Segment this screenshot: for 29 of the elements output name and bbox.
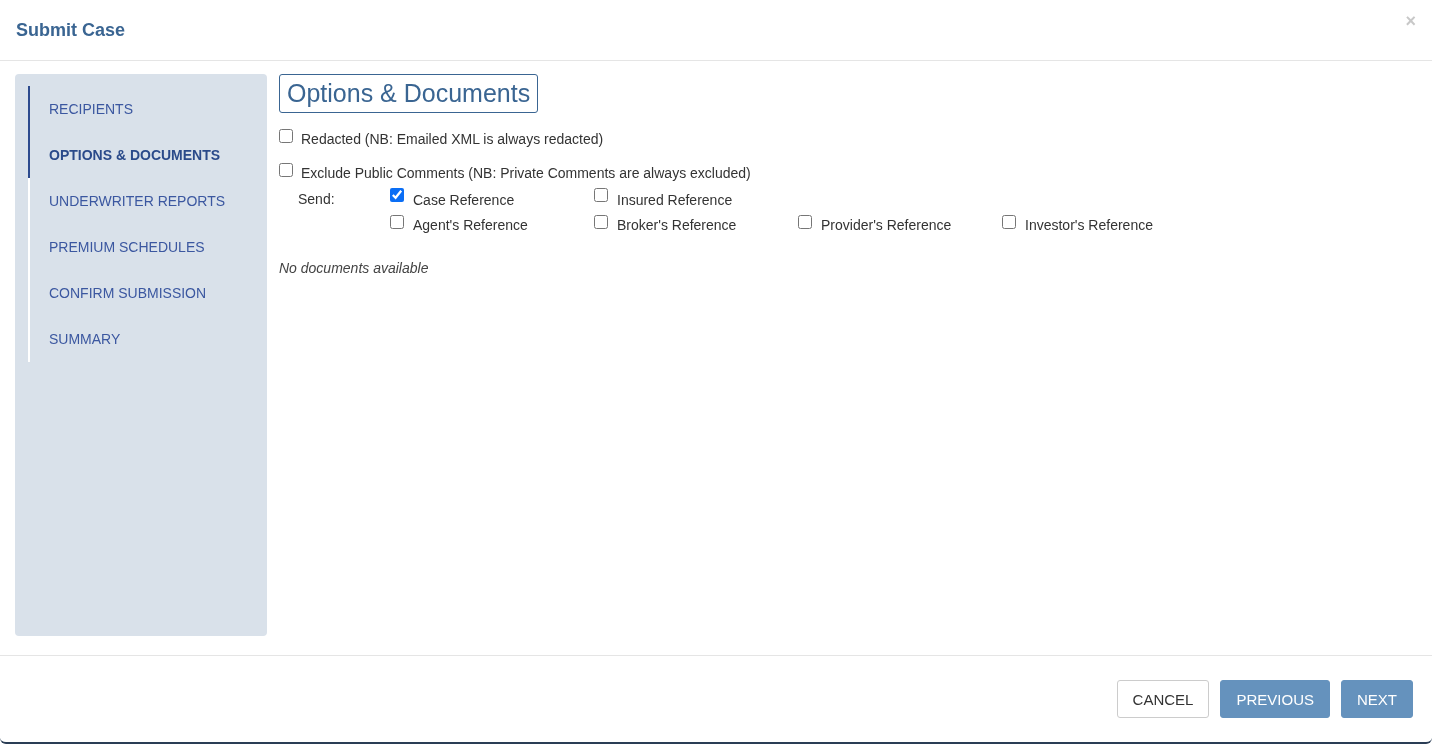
step-link[interactable]: RECIPIENTS — [28, 86, 267, 132]
checkbox[interactable] — [594, 188, 608, 202]
checkbox-label: Agent's Reference — [413, 216, 528, 233]
step-link[interactable]: SUMMARY — [28, 316, 267, 362]
no-documents-text: No documents available — [279, 260, 430, 276]
step-link[interactable]: CONFIRM SUBMISSION — [28, 270, 267, 316]
send-label: Send: — [297, 191, 336, 209]
step-link[interactable]: OPTIONS & DOCUMENTS — [28, 132, 267, 178]
dialog-title: Submit Case — [16, 19, 126, 41]
primary-button[interactable]: PREVIOUS — [1220, 680, 1330, 718]
checkbox-label: Insured Reference — [617, 192, 733, 208]
primary-button[interactable]: NEXT — [1341, 680, 1413, 718]
checkbox[interactable] — [279, 129, 293, 143]
checkbox-label: Redacted (NB: Emailed XML is always redacted) — [301, 131, 604, 147]
checkbox[interactable] — [1002, 214, 1016, 229]
checkbox[interactable] — [594, 214, 608, 229]
checkbox-label: Broker's Reference — [617, 216, 737, 233]
checkbox-label: Exclude Public Comments (NB: Private Comments are always excluded) — [301, 165, 751, 181]
checkbox[interactable] — [390, 188, 404, 202]
section-heading: Options & Documents — [279, 74, 539, 113]
checkbox[interactable] — [390, 214, 404, 229]
step-link[interactable]: PREMIUM SCHEDULES — [28, 224, 267, 270]
checkbox[interactable] — [798, 214, 812, 229]
checkbox-label: Investor's Reference — [1025, 216, 1153, 233]
step-link[interactable]: UNDERWRITER REPORTS — [28, 178, 267, 224]
checkbox-label: Provider's Reference — [821, 216, 952, 233]
cancel-button[interactable]: CANCEL — [1116, 680, 1210, 718]
checkbox[interactable] — [279, 163, 293, 177]
checkbox-label: Case Reference — [413, 192, 515, 208]
